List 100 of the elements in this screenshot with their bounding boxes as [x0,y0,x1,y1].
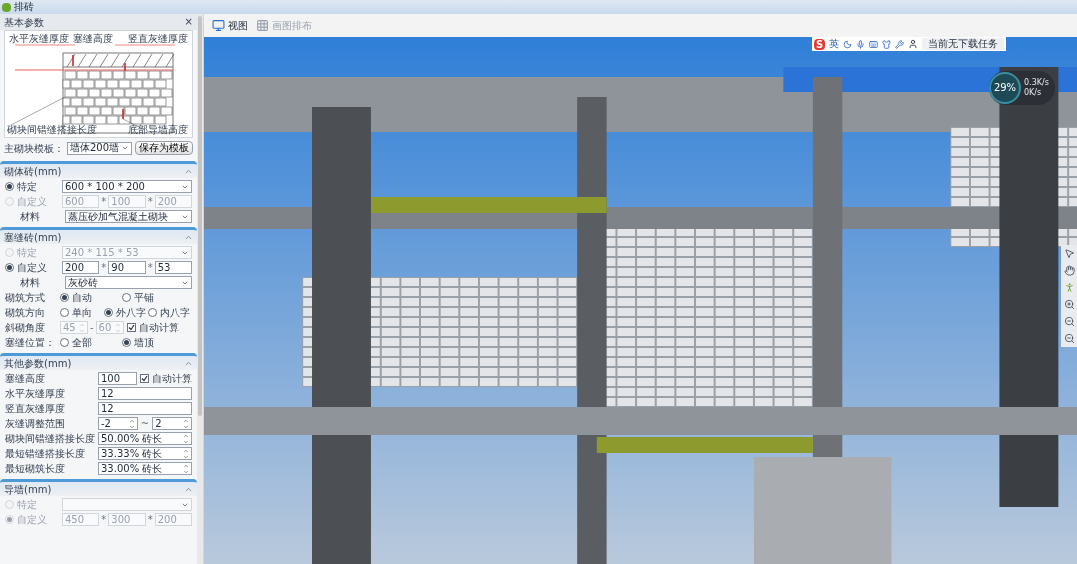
section-header[interactable]: 导墙(mm) [0,479,197,496]
input-field[interactable]: 50.00% 砖长 [98,432,192,445]
zoom-in-icon[interactable] [1063,299,1075,310]
keyboard-icon[interactable] [869,39,878,49]
section-title: 砌体砖(mm) [4,164,63,179]
field-label: 自定义 [17,195,48,209]
field-label: 灰缝调整范围 [5,417,66,431]
diagram-label: 砌块间错缝搭接长度 [7,125,97,135]
section-title: 导墙(mm) [4,482,53,497]
times-sign: * [147,513,153,527]
diagram-label: 塞缝高度 [73,34,113,44]
radio-button[interactable] [60,308,69,317]
toolbar-button[interactable]: 视图 [212,18,248,33]
dropdown[interactable]: 灰砂砖 [65,276,192,289]
field-label: 竖直灰缝厚度 [5,402,66,416]
radio-button[interactable] [60,338,69,347]
panel-title: 基本参数 [4,15,45,30]
section-header[interactable]: 砌体砖(mm) [0,161,197,178]
diagram-label: 竖直灰缝厚度 [128,34,188,44]
input-field[interactable]: 33.33% 砖长 [98,447,192,460]
input-field[interactable]: 33.00% 砖长 [98,462,192,475]
window-title: 排砖 [14,2,34,12]
dash: - [90,321,94,335]
spinner-icon [183,417,189,430]
dropdown[interactable]: 蒸压砂加气混凝土砌块 [65,210,192,223]
field-label: 塞缝位置： [5,336,56,350]
diagram-label: 水平灰缝厚度 [9,34,69,44]
field-label: 特定 [17,498,38,512]
diagram-label: 底部导墙高度 [128,125,188,135]
download-speed: 0K/s [1024,88,1043,98]
monitor-icon [212,19,225,32]
ime-logo: S [814,38,825,50]
moon-icon[interactable] [843,39,852,49]
zoom-out-icon[interactable] [1063,333,1075,344]
radio-label: 单向 [72,306,92,320]
checkbox-label: 自动计算 [152,372,192,386]
app-icon [2,2,11,12]
field-label: 砌筑方向 [5,306,46,320]
radio-label: 外八字 [116,306,146,320]
radio-label: 墙顶 [134,336,154,350]
field-label: 特定 [17,246,38,260]
field-label: 材料 [20,210,41,224]
avatar-icon [908,39,918,49]
times-sign: * [147,195,153,209]
section-header[interactable]: 塞缝砖(mm) [0,227,197,244]
dropdown[interactable]: 墙体200墙 [67,141,132,155]
radio-button[interactable] [5,263,14,272]
input-field[interactable]: -2 [98,417,138,430]
zoom-out-icon[interactable] [1063,316,1075,327]
field-label: 主砌块模板： [4,141,64,156]
shirt-icon[interactable] [882,39,891,49]
input-field[interactable]: 53 [154,261,192,274]
field-label: 砌块间错缝搭接长度 [5,432,95,446]
input-field[interactable]: 90 [108,261,146,274]
spinner-icon [183,447,189,460]
save-template-button[interactable]: 保存为模板 [135,141,193,155]
input-field[interactable]: 100 [98,372,137,385]
field-label: 自定义 [17,513,48,527]
spinner-icon [183,462,189,475]
microphone-icon[interactable] [856,39,865,49]
scrollbar[interactable] [197,14,203,564]
times-sign: * [101,513,107,527]
person-icon[interactable] [1063,282,1075,293]
section-header[interactable]: 其他参数(mm) [0,353,197,370]
input-field[interactable]: 12 [98,387,192,400]
checkbox-label: 自动计算 [138,321,179,335]
close-button[interactable]: × [184,17,193,27]
tilde: ~ [140,417,150,431]
pointer-icon[interactable] [1063,248,1075,259]
times-sign: * [101,195,107,209]
spinner-icon [183,432,189,445]
times-sign: * [147,261,153,275]
usage-gauge: 29% [989,72,1021,104]
grid-icon [256,19,269,32]
language-indicator: 英 [829,39,839,49]
radio-label: 全部 [72,336,92,350]
wrench-icon[interactable] [895,39,904,49]
input-field[interactable]: 12 [98,402,192,415]
field-label: 水平灰缝厚度 [5,387,66,401]
radio-button[interactable] [122,338,131,347]
spinner-icon [114,321,121,334]
spinner-icon [79,321,85,334]
radio-button[interactable] [122,293,131,302]
field-label: 砌筑方式 [5,291,46,305]
input-field[interactable]: 200 [62,261,100,274]
field-label: 最短砌筑长度 [5,462,66,476]
dropdown[interactable]: 600 * 100 * 200 [62,180,192,193]
field-label: 塞缝高度 [5,372,46,386]
radio-button[interactable] [104,308,113,317]
checkbox[interactable] [140,374,149,383]
section-title: 其他参数(mm) [4,356,73,371]
field-label: 材料 [20,276,41,290]
input-field[interactable]: 2 [152,417,192,430]
hand-icon[interactable] [1063,265,1075,276]
radio-button[interactable] [148,308,157,317]
radio-button[interactable] [60,293,69,302]
radio-label: 内八字 [160,306,190,320]
section-title: 塞缝砖(mm) [4,230,63,245]
upload-speed: 0.3K/s [1024,78,1049,88]
radio-button[interactable] [5,182,14,191]
